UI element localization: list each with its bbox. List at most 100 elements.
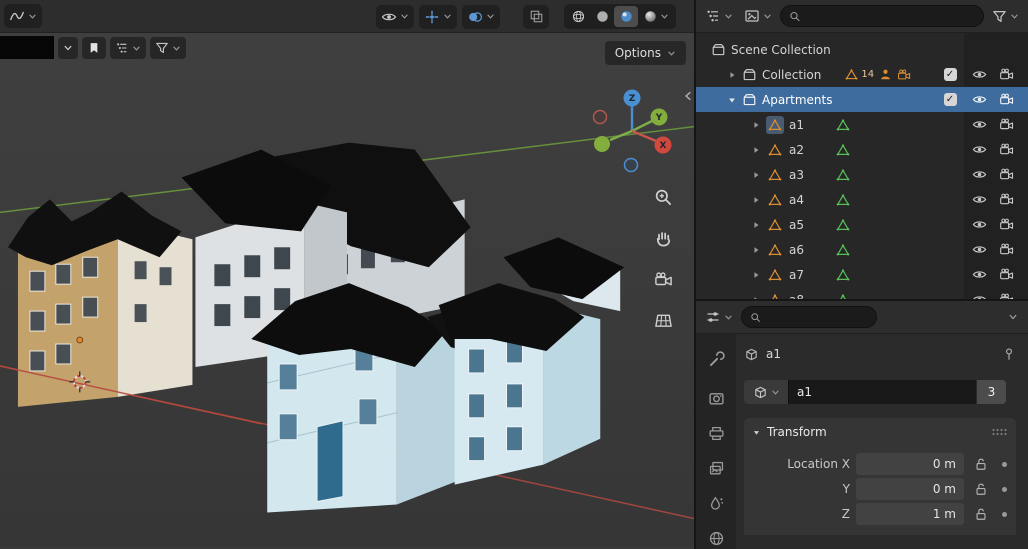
pan-tool-button[interactable] xyxy=(650,225,676,251)
editor-type-button[interactable] xyxy=(4,4,42,28)
tab-view-layer[interactable] xyxy=(704,457,728,479)
perspective-toggle-button[interactable] xyxy=(650,307,676,333)
tab-render[interactable] xyxy=(704,387,728,409)
properties-editor-type-button[interactable] xyxy=(702,305,736,329)
hierarchy-dropdown[interactable] xyxy=(110,37,146,59)
animate-dot[interactable] xyxy=(1002,461,1007,467)
row-object-a7[interactable]: a7 xyxy=(696,262,1028,287)
row-object-a8[interactable]: a8 xyxy=(696,287,1028,299)
animate-dot[interactable] xyxy=(1002,511,1007,517)
navigation-gizmo[interactable]: Z Y X xyxy=(586,86,678,178)
hide-eye-toggle[interactable] xyxy=(970,137,988,162)
render-camera-toggle[interactable] xyxy=(997,287,1015,299)
gizmo-axis-y[interactable]: Y xyxy=(650,108,668,126)
hide-eye-toggle[interactable] xyxy=(970,187,988,212)
shading-solid-button[interactable] xyxy=(590,6,614,27)
users-count-badge[interactable]: 3 xyxy=(976,380,1006,404)
outliner-editor-type-button[interactable] xyxy=(702,4,736,28)
expand-arrow-icon[interactable] xyxy=(751,195,761,205)
xray-toggle[interactable] xyxy=(523,4,549,29)
hide-eye-toggle[interactable] xyxy=(970,62,988,87)
render-camera-toggle[interactable] xyxy=(997,262,1015,287)
expand-arrow-icon[interactable] xyxy=(751,170,761,180)
gizmo-axis-neg-z[interactable] xyxy=(623,157,639,173)
render-camera-toggle[interactable] xyxy=(997,112,1015,137)
hide-eye-toggle[interactable] xyxy=(970,262,988,287)
exclude-checkbox[interactable]: ✓ xyxy=(941,87,959,112)
expand-arrow-icon[interactable] xyxy=(751,245,761,255)
object-name-input[interactable] xyxy=(788,380,976,404)
lock-toggle[interactable] xyxy=(974,457,988,471)
shading-wireframe-button[interactable] xyxy=(566,6,590,27)
tab-scene[interactable] xyxy=(704,492,728,514)
row-object-a4[interactable]: a4 xyxy=(696,187,1028,212)
render-camera-toggle[interactable] xyxy=(997,162,1015,187)
expand-arrow-icon[interactable] xyxy=(751,295,761,300)
render-camera-toggle[interactable] xyxy=(997,87,1015,112)
expand-arrow-icon[interactable] xyxy=(751,220,761,230)
expand-arrow-icon[interactable] xyxy=(751,120,761,130)
hide-eye-toggle[interactable] xyxy=(970,112,988,137)
render-camera-toggle[interactable] xyxy=(997,62,1015,87)
row-apartments[interactable]: Apartments ✓ xyxy=(696,87,1028,112)
shading-rendered-button[interactable] xyxy=(638,6,674,27)
row-object-a5[interactable]: a5 xyxy=(696,212,1028,237)
render-camera-toggle[interactable] xyxy=(997,137,1015,162)
hide-eye-toggle[interactable] xyxy=(970,87,988,112)
display-mode-button[interactable] xyxy=(741,4,775,28)
camera-view-button[interactable] xyxy=(650,266,676,292)
hide-eye-toggle[interactable] xyxy=(970,162,988,187)
tab-world[interactable] xyxy=(704,527,728,549)
row-scene-collection[interactable]: Scene Collection xyxy=(696,37,1028,62)
shading-material-button[interactable] xyxy=(614,6,638,27)
pin-button[interactable] xyxy=(1002,347,1016,361)
hide-eye-toggle[interactable] xyxy=(970,237,988,262)
exclude-checkbox[interactable]: ✓ xyxy=(941,62,959,87)
row-object-a3[interactable]: a3 xyxy=(696,162,1028,187)
location-x-field[interactable]: 0 m xyxy=(856,453,964,475)
scene-render[interactable] xyxy=(0,0,694,548)
zoom-tool-button[interactable] xyxy=(650,184,676,210)
expand-arrow-icon[interactable] xyxy=(751,145,761,155)
hide-eye-toggle[interactable] xyxy=(970,287,988,299)
location-y-field[interactable]: 0 m xyxy=(856,478,964,500)
lock-toggle[interactable] xyxy=(974,507,988,521)
hide-eye-toggle[interactable] xyxy=(970,212,988,237)
object-selector-button[interactable] xyxy=(744,380,788,404)
lock-toggle[interactable] xyxy=(974,482,988,496)
row-collection[interactable]: Collection 14 ✓ xyxy=(696,62,1028,87)
row-object-a2[interactable]: a2 xyxy=(696,137,1028,162)
options-button[interactable]: Options xyxy=(604,41,686,65)
viewport-3d[interactable]: Options Z Y X xyxy=(0,0,696,549)
mode-dropdown[interactable] xyxy=(58,37,78,59)
row-object-a1[interactable]: a1 xyxy=(696,112,1028,137)
gizmo-axis-z[interactable]: Z xyxy=(623,89,641,107)
outliner-search[interactable] xyxy=(780,5,984,27)
gizmo-axis-neg-y[interactable] xyxy=(594,136,610,152)
gizmo-axis-x[interactable]: X xyxy=(654,136,672,154)
animate-dot[interactable] xyxy=(1002,486,1007,492)
panel-drag-grip[interactable] xyxy=(990,424,1008,440)
collapse-arrow-icon[interactable] xyxy=(727,95,737,105)
overlays-dropdown[interactable] xyxy=(462,4,500,29)
tab-tool[interactable] xyxy=(704,348,728,370)
row-object-a6[interactable]: a6 xyxy=(696,237,1028,262)
render-camera-toggle[interactable] xyxy=(997,212,1015,237)
outliner-filter-button[interactable] xyxy=(989,4,1022,28)
render-camera-toggle[interactable] xyxy=(997,187,1015,212)
transform-panel-header[interactable]: Transform xyxy=(744,418,1016,446)
render-camera-toggle[interactable] xyxy=(997,237,1015,262)
bookmark-button[interactable] xyxy=(82,37,106,59)
properties-search[interactable] xyxy=(741,306,877,328)
location-z-field[interactable]: 1 m xyxy=(856,503,964,525)
properties-options-button[interactable] xyxy=(1004,305,1022,329)
gizmo-axis-neg-x[interactable] xyxy=(592,109,608,125)
outliner-search-input[interactable] xyxy=(806,9,975,23)
visibility-dropdown[interactable] xyxy=(376,4,414,29)
filter-dropdown[interactable] xyxy=(150,37,186,59)
properties-search-input[interactable] xyxy=(767,310,868,324)
expand-arrow-icon[interactable] xyxy=(751,270,761,280)
tab-output[interactable] xyxy=(704,422,728,444)
sidebar-collapse-arrow[interactable] xyxy=(682,90,694,102)
gizmos-dropdown[interactable] xyxy=(419,4,457,29)
